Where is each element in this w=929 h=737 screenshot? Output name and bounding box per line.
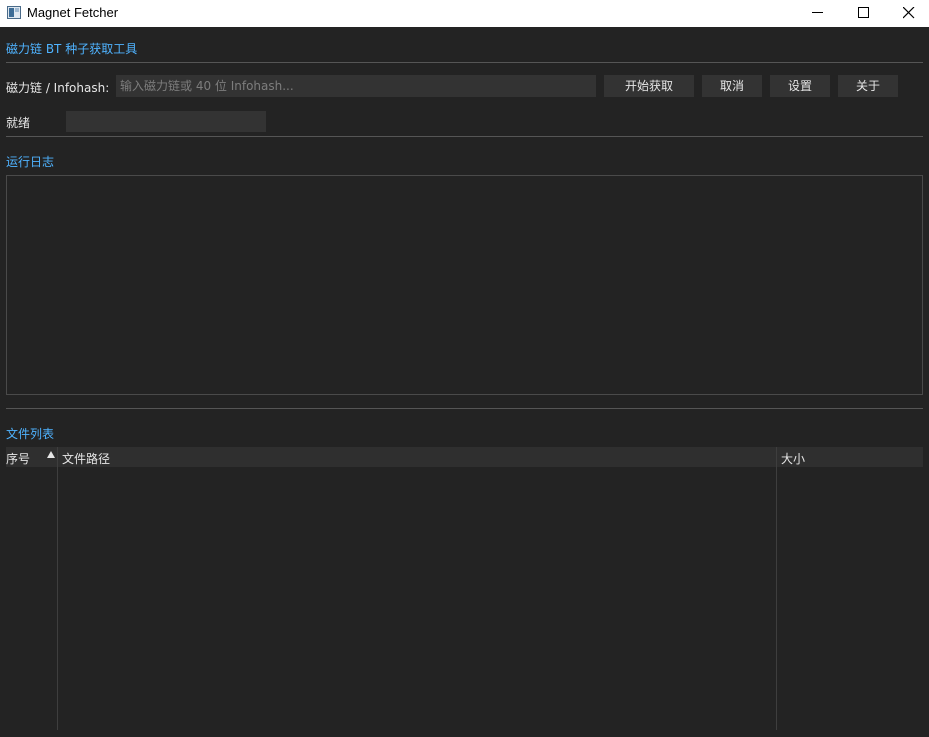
minimize-icon <box>812 12 823 13</box>
log-section-title: 运行日志 <box>6 155 55 169</box>
column-divider <box>57 447 58 730</box>
settings-button[interactable]: 设置 <box>770 75 830 97</box>
files-section-title: 文件列表 <box>6 427 55 441</box>
log-output[interactable] <box>6 175 923 395</box>
window-title: Magnet Fetcher <box>27 5 119 20</box>
file-table[interactable]: 序号 文件路径 大小 <box>6 447 923 730</box>
close-button[interactable] <box>886 0 929 27</box>
column-divider <box>776 447 777 730</box>
close-icon <box>903 7 915 19</box>
divider <box>6 136 923 137</box>
minimize-button[interactable] <box>795 0 841 27</box>
column-header-path[interactable]: 文件路径 <box>62 450 110 467</box>
sort-ascending-icon <box>47 451 55 458</box>
column-header-size[interactable]: 大小 <box>781 450 805 467</box>
divider <box>6 62 923 63</box>
progress-bar <box>66 111 266 132</box>
maximize-button[interactable] <box>841 0 887 27</box>
column-header-index[interactable]: 序号 <box>6 450 30 467</box>
magnet-input[interactable] <box>116 75 596 97</box>
window-app-icon <box>7 6 21 19</box>
magnet-input-label: 磁力链 / Infohash: <box>6 81 110 95</box>
table-header: 序号 文件路径 大小 <box>6 447 923 467</box>
status-label: 就绪 <box>6 116 31 130</box>
start-fetch-button[interactable]: 开始获取 <box>604 75 694 97</box>
divider <box>6 408 923 409</box>
cancel-button[interactable]: 取消 <box>702 75 762 97</box>
window-titlebar[interactable]: Magnet Fetcher <box>0 0 929 27</box>
about-button[interactable]: 关于 <box>838 75 898 97</box>
maximize-icon <box>858 7 869 18</box>
page-title: 磁力链 BT 种子获取工具 <box>6 42 138 56</box>
